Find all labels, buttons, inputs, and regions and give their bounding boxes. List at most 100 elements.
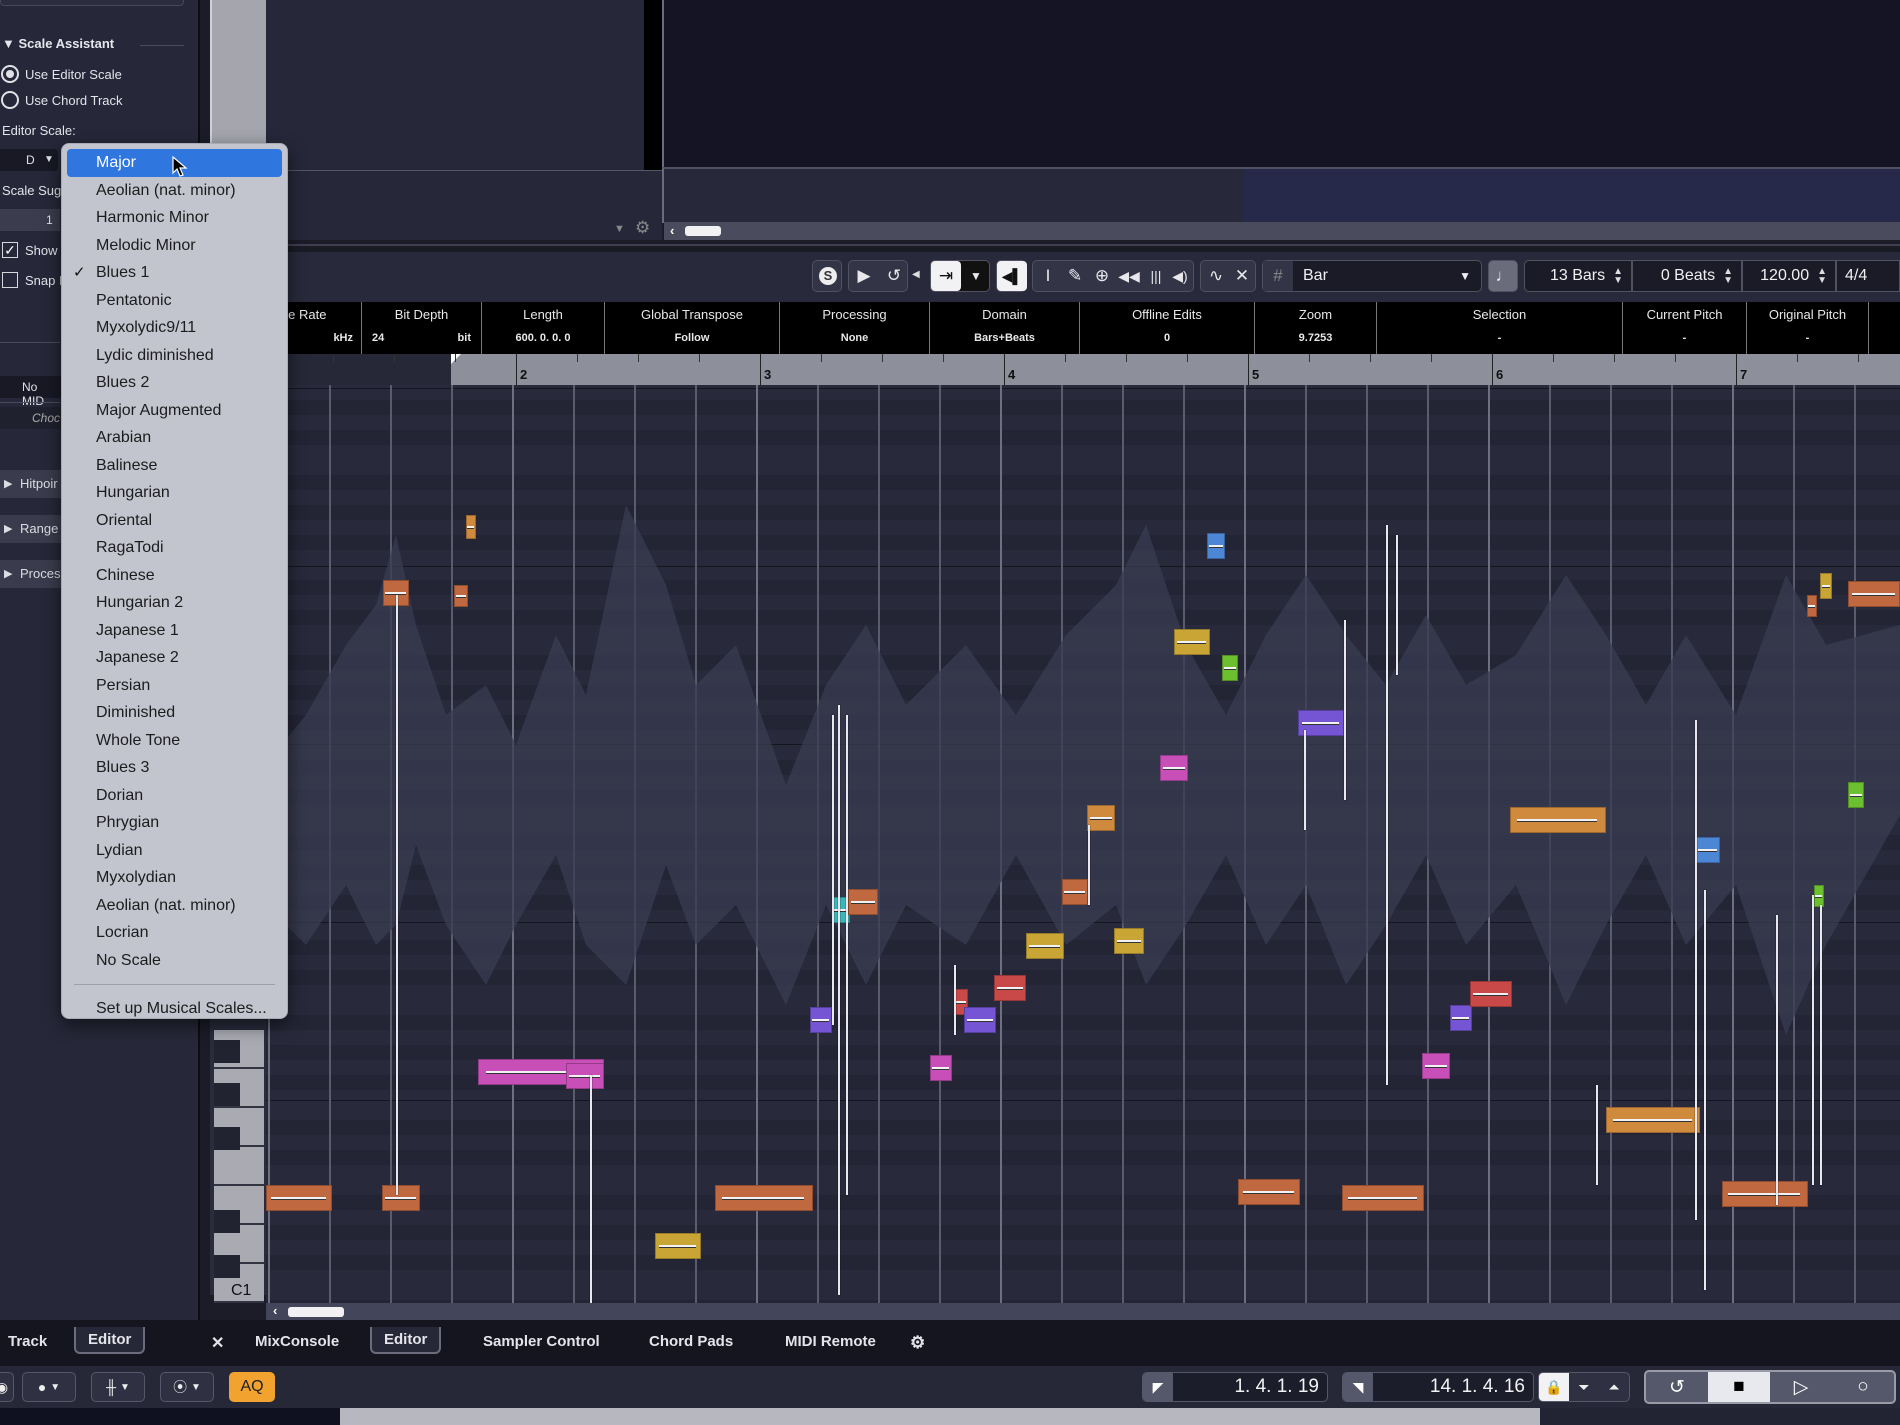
auto-scroll-icon[interactable]: ⇥	[931, 261, 961, 291]
pitch-segment[interactable]	[1174, 629, 1210, 655]
menu-item[interactable]: ✓ Blues 1	[67, 259, 282, 287]
menu-item[interactable]: Pentatonic	[67, 287, 282, 315]
mute-icon[interactable]: ◀◀	[1114, 261, 1144, 291]
editor-scrollbar[interactable]: ‹	[266, 1303, 1900, 1320]
menu-item[interactable]: Harmonic Minor	[67, 204, 282, 232]
menu-item[interactable]: Diminished	[67, 699, 282, 727]
snap-checkbox[interactable]	[2, 272, 18, 288]
black-key[interactable]	[214, 1255, 240, 1278]
solo-button[interactable]: S	[812, 260, 842, 292]
show-checkbox[interactable]: ✓	[2, 242, 18, 258]
lock-icon[interactable]: 🔒	[1539, 1373, 1569, 1401]
info-selection[interactable]: Selection -	[1377, 302, 1623, 354]
pitch-segment[interactable]	[1722, 1181, 1808, 1207]
tab-editor[interactable]: Editor	[370, 1327, 442, 1354]
menu-item[interactable]: Whole Tone	[67, 727, 282, 755]
scissors-icon[interactable]: ✕	[1227, 261, 1257, 291]
pitch-segment[interactable]	[930, 1055, 952, 1081]
menu-item[interactable]: RagaTodi	[67, 534, 282, 562]
pitch-segment[interactable]	[1820, 573, 1832, 599]
monitor-button[interactable]: ◉	[0, 1372, 14, 1402]
gear-icon[interactable]: ⚙	[635, 218, 650, 238]
menu-item[interactable]: No Scale	[67, 947, 282, 975]
pitch-segment[interactable]	[1238, 1179, 1300, 1205]
pitch-segment[interactable]	[382, 1185, 420, 1211]
info-global-transpose[interactable]: Global Transpose Follow	[605, 302, 780, 354]
black-key[interactable]	[214, 1210, 240, 1233]
info-processing[interactable]: Processing None	[780, 302, 930, 354]
pitch-segment[interactable]	[655, 1233, 701, 1259]
overview-scrollbar[interactable]: ‹	[664, 222, 1900, 240]
right-locator-field[interactable]: ◥ 14. 1. 4. 16	[1342, 1372, 1534, 1402]
pitch-segment[interactable]	[266, 1185, 332, 1211]
pitch-segment[interactable]	[1160, 755, 1188, 781]
menu-item[interactable]: Myxolydian	[67, 864, 282, 892]
pencil-icon[interactable]: ✎	[1060, 261, 1090, 291]
menu-item[interactable]: Blues 3	[67, 754, 282, 782]
piano-keyboard[interactable]: C1	[214, 1030, 264, 1303]
menu-item[interactable]: Hungarian 2	[67, 589, 282, 617]
root-note-dropdown[interactable]: D ▼	[0, 149, 58, 171]
go-to-left-locator-icon[interactable]: ⏷	[1569, 1379, 1599, 1396]
scrollbar-thumb[interactable]	[288, 1307, 344, 1317]
pitch-segment[interactable]	[1207, 533, 1225, 559]
spinner-icon[interactable]: ▲ ▼	[1723, 267, 1733, 286]
pitch-segment[interactable]	[1696, 837, 1720, 863]
info-offline-edits[interactable]: Offline Edits 0	[1080, 302, 1255, 354]
left-locator-flag-icon[interactable]: ◤	[1143, 1373, 1173, 1401]
tab-midi-remote[interactable]: MIDI Remote	[785, 1333, 876, 1350]
pitch-segment[interactable]	[1470, 981, 1512, 1007]
ruler[interactable]: 2 3 4 5 6 7	[266, 354, 1900, 385]
audio-dropdown[interactable]: ╫ ▼	[91, 1372, 145, 1402]
pitch-segment[interactable]	[466, 515, 476, 539]
menu-item[interactable]: Dorian	[67, 782, 282, 810]
menu-item[interactable]: Hungarian	[67, 479, 282, 507]
menu-item[interactable]: Japanese 1	[67, 617, 282, 645]
pitch-segment[interactable]	[1848, 581, 1900, 607]
sample-editor-canvas[interactable]	[266, 385, 1900, 1303]
record-mode-dropdown[interactable]: ● ▼	[22, 1372, 76, 1402]
tempo-field[interactable]: 120.00 ▲ ▼	[1742, 260, 1836, 292]
menu-item[interactable]: Japanese 2	[67, 644, 282, 672]
pitch-segment[interactable]	[1807, 595, 1817, 617]
pitch-segment[interactable]	[1087, 805, 1115, 831]
black-key[interactable]	[214, 1127, 240, 1150]
tab-sampler-control[interactable]: Sampler Control	[483, 1333, 600, 1350]
record-button[interactable]: ○	[1832, 1372, 1894, 1402]
menu-item-setup-scales[interactable]: Set up Musical Scales...	[67, 995, 282, 1023]
aq-button[interactable]: AQ	[229, 1372, 275, 1402]
scrollbar-thumb[interactable]	[685, 226, 721, 236]
loop-icon[interactable]: ↺	[879, 261, 909, 291]
pitch-segment[interactable]	[1814, 885, 1824, 907]
tab-chord-pads[interactable]: Chord Pads	[649, 1333, 733, 1350]
scale-assistant-header[interactable]: ▼ Scale Assistant	[2, 36, 114, 51]
pitch-segment[interactable]	[1422, 1053, 1450, 1079]
length-bars-field[interactable]: 13 Bars ▲ ▼	[1524, 260, 1632, 292]
chord-field[interactable]: Choc	[0, 407, 62, 429]
quantize-note-button[interactable]: ♩	[1488, 260, 1518, 292]
pitch-segment[interactable]	[1342, 1185, 1424, 1211]
menu-item[interactable]: Persian	[67, 672, 282, 700]
length-beats-field[interactable]: 0 Beats ▲ ▼	[1632, 260, 1742, 292]
pitch-segment[interactable]	[1510, 807, 1606, 833]
right-locator-flag-icon[interactable]: ◥	[1343, 1373, 1373, 1401]
menu-item[interactable]: Myxolydic9/11	[67, 314, 282, 342]
menu-item[interactable]: Melodic Minor	[67, 232, 282, 260]
acoustic-feedback-button[interactable]: ◀▌	[996, 260, 1027, 292]
scroll-left-icon[interactable]: ‹	[670, 223, 674, 238]
dropdown-icon[interactable]: ▼	[961, 261, 991, 291]
black-key[interactable]	[214, 1083, 240, 1106]
pitch-segment[interactable]	[1848, 782, 1864, 808]
menu-item[interactable]: Aeolian (nat. minor)	[67, 177, 282, 205]
spinner-icon[interactable]: ▲ ▼	[1613, 267, 1623, 286]
menu-item[interactable]: Locrian	[67, 919, 282, 947]
pitch-segment[interactable]	[964, 1007, 996, 1033]
menu-item[interactable]: Blues 2	[67, 369, 282, 397]
info-domain[interactable]: Domain Bars+Beats	[930, 302, 1080, 354]
pitch-segment[interactable]	[454, 585, 468, 607]
speaker-icon[interactable]: ◀)	[1165, 261, 1195, 291]
play-icon[interactable]: ▶	[849, 261, 879, 291]
stop-button[interactable]: ■	[1708, 1372, 1770, 1402]
scroll-left-icon[interactable]: ‹	[273, 1303, 277, 1318]
menu-item[interactable]: Phrygian	[67, 809, 282, 837]
